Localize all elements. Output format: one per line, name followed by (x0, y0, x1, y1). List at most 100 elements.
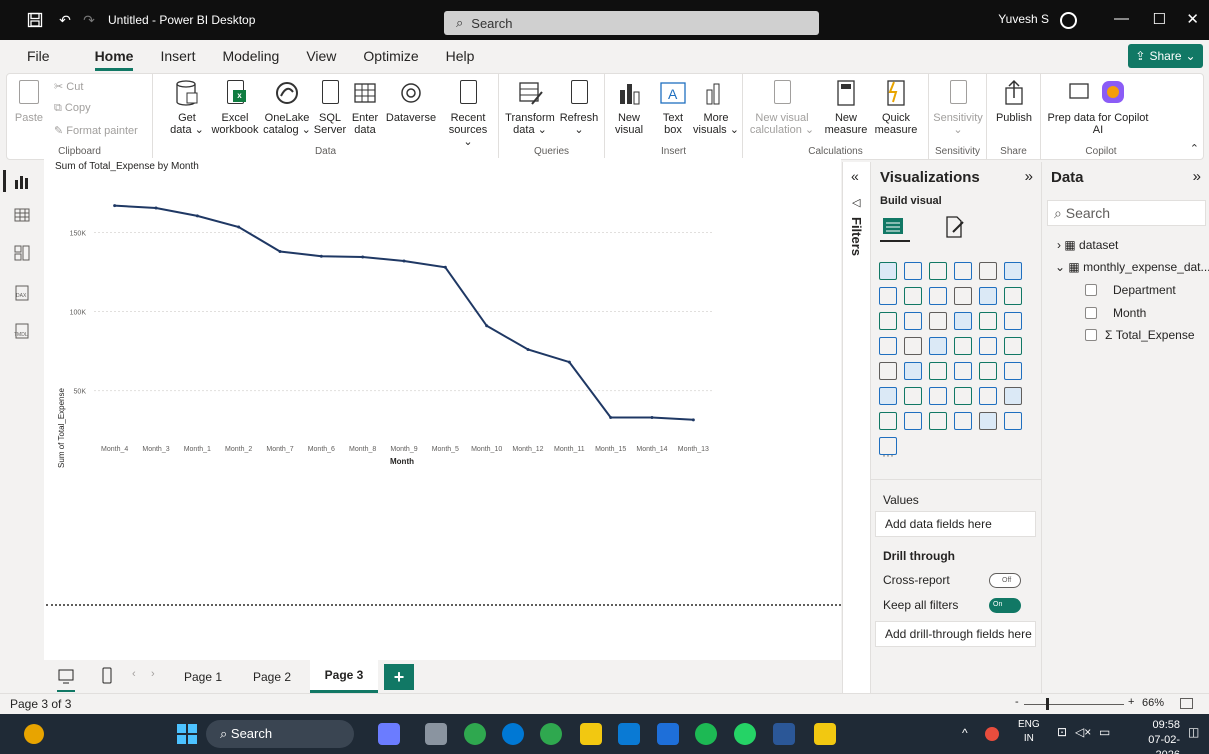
share-button[interactable]: ⇪ Share ⌄ (1128, 44, 1203, 68)
area-chart-icon[interactable] (904, 287, 922, 305)
field-department[interactable]: Department (1085, 283, 1176, 297)
data-point[interactable] (154, 206, 158, 210)
key-influencers-icon[interactable] (879, 387, 897, 405)
data-point[interactable] (650, 415, 654, 419)
line-column-icon[interactable] (1004, 287, 1022, 305)
dataverse-button[interactable]: Dataverse (383, 78, 439, 124)
menu-home[interactable]: Home (94, 48, 133, 71)
text-box-button[interactable]: A Text box (655, 78, 691, 136)
data-point[interactable] (402, 259, 406, 263)
save-icon[interactable] (24, 9, 46, 31)
edge-icon[interactable] (502, 723, 524, 745)
copy-button[interactable]: ⧉ Copy (54, 102, 91, 115)
stacked-bar-icon[interactable] (879, 262, 897, 280)
publish-button[interactable]: Publish (991, 78, 1037, 124)
title-search-box[interactable]: ⌕ Search (444, 11, 819, 35)
ribbon-chart-icon[interactable] (954, 287, 972, 305)
clock[interactable]: 09:58 07-02-2026 (1128, 718, 1180, 754)
notifications-icon[interactable]: ◫ (1188, 725, 1199, 739)
waterfall-icon[interactable] (979, 287, 997, 305)
line-chart[interactable]: 50K 100K 150K Month_4 Month_3 Month_1 Month_2… (44, 158, 841, 598)
new-visual-button[interactable]: New visual (611, 78, 647, 136)
power-automate-icon[interactable] (904, 412, 922, 430)
add-page-button[interactable]: + (384, 664, 414, 690)
close-icon[interactable]: ✕ (1186, 10, 1199, 28)
more-visuals-ellipsis[interactable]: ··· (882, 448, 894, 462)
filled-map-icon[interactable] (904, 337, 922, 355)
map-icon[interactable] (879, 337, 897, 355)
format-visual-tab[interactable] (943, 214, 967, 243)
chrome-icon[interactable] (464, 723, 486, 745)
build-visual-tab[interactable] (880, 214, 910, 242)
data-point[interactable] (195, 214, 199, 218)
prev-page-icon[interactable]: ‹ (132, 668, 136, 680)
transform-data-button[interactable]: Transform data ⌄ (503, 78, 557, 136)
gauge-icon[interactable] (954, 337, 972, 355)
scatter-icon[interactable] (929, 312, 947, 330)
excel-workbook-button[interactable]: x Excel workbook (209, 78, 261, 136)
power-apps-icon[interactable] (879, 412, 897, 430)
table-view-icon[interactable] (13, 206, 31, 224)
chevron-up-icon[interactable]: ^ (962, 726, 968, 740)
collapse-visualizations-icon[interactable]: » (1025, 168, 1033, 185)
avatar-icon[interactable] (1060, 12, 1077, 29)
zoom-slider-thumb[interactable] (1046, 698, 1049, 710)
fit-to-page-icon[interactable] (1180, 698, 1193, 709)
smart-narrative-icon[interactable] (929, 412, 947, 430)
field-month[interactable]: Month (1085, 306, 1146, 320)
pie-chart-icon[interactable] (954, 312, 972, 330)
page-tab-2[interactable]: Page 2 (239, 660, 305, 693)
word-icon[interactable] (773, 723, 795, 745)
task-view-icon[interactable] (425, 723, 447, 745)
onelake-catalog-button[interactable]: OneLake catalog ⌄ (261, 78, 313, 136)
funnel-icon[interactable] (904, 312, 922, 330)
stacked-area-icon[interactable] (929, 287, 947, 305)
language-indicator[interactable]: ENG IN (1018, 718, 1040, 746)
field-checkbox[interactable] (1085, 329, 1097, 341)
menu-help[interactable]: Help (446, 48, 475, 64)
start-icon[interactable] (177, 724, 197, 747)
donut-chart-icon[interactable] (979, 312, 997, 330)
narrative-icon[interactable] (954, 387, 972, 405)
data-point[interactable] (319, 254, 323, 258)
card-icon[interactable] (979, 337, 997, 355)
sensitivity-button[interactable]: Sensitivity ⌄ (931, 78, 985, 136)
report-view-icon[interactable] (13, 172, 31, 190)
paginated-icon[interactable] (1004, 387, 1022, 405)
get-data-button[interactable]: Get data ⌄ (167, 78, 207, 136)
data-point[interactable] (361, 255, 365, 259)
clustered-column-icon[interactable] (954, 262, 972, 280)
treemap-icon[interactable] (1004, 312, 1022, 330)
kpi-icon[interactable] (1004, 337, 1022, 355)
app-logo-icon[interactable] (24, 724, 44, 744)
azure-map-icon[interactable] (929, 337, 947, 355)
refresh-button[interactable]: Refresh ⌄ (557, 78, 601, 136)
collapse-panes-icon[interactable]: « (851, 168, 859, 184)
table-dataset[interactable]: › ▦ dataset (1057, 238, 1118, 252)
matrix-icon[interactable] (954, 362, 972, 380)
report-canvas[interactable]: Sum of Total_Expense by Month 50K 100K 150… (44, 158, 841, 660)
100-bar-icon[interactable] (979, 262, 997, 280)
menu-view[interactable]: View (306, 48, 336, 64)
data-point[interactable] (526, 347, 530, 351)
data-search-input[interactable]: ⌕ Search (1047, 200, 1206, 226)
sql-server-button[interactable]: SQL Server (313, 78, 347, 136)
menu-optimize[interactable]: Optimize (363, 48, 418, 64)
data-point[interactable] (113, 204, 117, 208)
data-point[interactable] (485, 324, 489, 328)
image-icon[interactable] (954, 412, 972, 430)
undo-icon[interactable]: ↶ (54, 9, 76, 31)
keep-all-filters-toggle[interactable]: On (989, 598, 1021, 613)
power-bi-icon[interactable] (814, 723, 836, 745)
format-painter-button[interactable]: ✎ Format painter (54, 124, 138, 137)
store-icon[interactable] (618, 723, 640, 745)
table-monthly-expense[interactable]: ⌄ ▦ monthly_expense_dat... (1055, 260, 1209, 274)
user-name[interactable]: Yuvesh S (998, 12, 1049, 26)
metrics-icon[interactable] (979, 387, 997, 405)
table-visual-icon[interactable] (929, 362, 947, 380)
100-column-icon[interactable] (1004, 262, 1022, 280)
new-visual-calculation-button[interactable]: New visual calculation ⌄ (747, 78, 817, 136)
mobile-layout-icon[interactable] (101, 667, 113, 688)
redo-icon[interactable]: ↷ (78, 9, 100, 31)
whatsapp-icon[interactable] (734, 723, 756, 745)
